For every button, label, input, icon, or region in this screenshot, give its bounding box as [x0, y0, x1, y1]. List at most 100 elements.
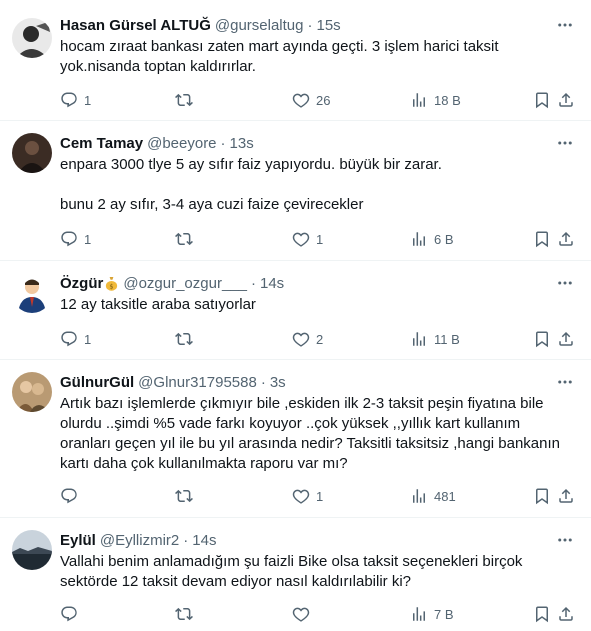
timestamp[interactable]: 15s: [316, 17, 340, 34]
author-name[interactable]: Eylül: [60, 532, 96, 549]
separator-dot: ·: [183, 531, 189, 549]
author-name[interactable]: Hasan Gürsel ALTUĞ: [60, 17, 211, 34]
bookmark-icon: [536, 488, 548, 505]
like-count: 1: [316, 231, 324, 247]
more-icon[interactable]: [555, 530, 575, 550]
share-icon: [559, 231, 573, 246]
tweet-text: Vallahi benim anlamadığım şu faizli Bike…: [60, 553, 527, 590]
reply-icon: [61, 92, 77, 108]
share-icon: [559, 488, 573, 503]
views-button[interactable]: 481: [410, 486, 456, 506]
views-count: 481: [434, 488, 456, 504]
author-handle[interactable]: @beeyore: [147, 135, 216, 152]
tweet-header: Eylül @Eyllizmir2 · 14s: [60, 530, 575, 550]
share-button[interactable]: [557, 229, 575, 249]
tweet[interactable]: Cem Tamay @beeyore · 13s enpara 3000 tly…: [0, 121, 591, 261]
reply-icon: [61, 331, 77, 347]
reply-count: 1: [84, 231, 92, 247]
author-handle[interactable]: @Glnur31795588: [138, 374, 257, 391]
timestamp[interactable]: 14s: [260, 275, 284, 292]
views-button[interactable]: 6 B: [410, 229, 454, 249]
share-button[interactable]: [557, 90, 575, 110]
like-button[interactable]: 26: [292, 90, 330, 110]
like-button[interactable]: 1: [292, 486, 323, 506]
author-handle[interactable]: @ozgur_ozgur___: [123, 275, 247, 292]
bookmark-icon: [536, 231, 548, 248]
more-icon[interactable]: [555, 133, 575, 153]
separator-dot: ·: [260, 373, 266, 391]
author-name[interactable]: GülnurGül: [60, 374, 134, 391]
author-handle[interactable]: @gurselaltug: [215, 17, 304, 34]
like-count: 2: [316, 331, 324, 347]
bookmark-button[interactable]: [533, 90, 551, 110]
views-count: 18 B: [434, 92, 461, 108]
retweet-icon: [175, 93, 193, 107]
share-button[interactable]: [557, 329, 575, 349]
like-button[interactable]: [292, 604, 316, 624]
tweet[interactable]: GülnurGül @Glnur31795588 · 3s Artık bazı…: [0, 360, 591, 518]
more-icon[interactable]: [555, 15, 575, 35]
share-button[interactable]: [557, 486, 575, 506]
retweet-button[interactable]: [175, 90, 199, 110]
retweet-button[interactable]: [175, 329, 199, 349]
tweet-text: enpara 3000 tlye 5 ay sıfır faiz yapıyor…: [60, 156, 442, 213]
bookmark-button[interactable]: [533, 486, 551, 506]
reply-button[interactable]: 1: [60, 90, 91, 110]
reply-button[interactable]: [60, 604, 84, 624]
views-icon: [413, 332, 425, 346]
retweet-button[interactable]: [175, 229, 199, 249]
bookmark-icon: [536, 606, 548, 623]
avatar[interactable]: [12, 18, 52, 58]
author-name[interactable]: Cem Tamay: [60, 135, 143, 152]
more-icon[interactable]: [555, 273, 575, 293]
timestamp[interactable]: 3s: [270, 374, 286, 391]
like-button[interactable]: 2: [292, 329, 323, 349]
author-name[interactable]: Özgür: [60, 275, 103, 292]
like-count: 26: [316, 92, 331, 108]
avatar[interactable]: [12, 372, 52, 412]
reply-icon: [61, 231, 77, 247]
tweet[interactable]: Özgür $ @ozgur_ozgur___ · 14s 12 ay taks…: [0, 261, 591, 360]
tweet-actions: 1 26 18 B: [60, 90, 575, 110]
share-icon: [559, 606, 573, 621]
reply-button[interactable]: [60, 486, 84, 506]
share-button[interactable]: [557, 604, 575, 624]
tweet-text: hocam zıraat bankası zaten mart ayında g…: [60, 38, 503, 75]
avatar[interactable]: [12, 273, 52, 313]
retweet-button[interactable]: [175, 486, 199, 506]
views-count: 6 B: [434, 231, 454, 247]
heart-icon: [292, 93, 310, 108]
share-icon: [559, 92, 573, 107]
bookmark-icon: [536, 331, 548, 348]
views-button[interactable]: 11 B: [410, 329, 460, 349]
tweet[interactable]: Hasan Gürsel ALTUĞ @gurselaltug · 15s ho…: [0, 0, 591, 121]
bookmark-button[interactable]: [533, 604, 551, 624]
views-count: 7 B: [434, 606, 454, 622]
timestamp[interactable]: 13s: [230, 135, 254, 152]
timestamp[interactable]: 14s: [192, 532, 216, 549]
share-icon: [559, 331, 573, 346]
more-icon[interactable]: [555, 372, 575, 392]
reply-button[interactable]: 1: [60, 329, 91, 349]
tweet[interactable]: Eylül @Eyllizmir2 · 14s Vallahi benim an…: [0, 518, 591, 631]
tweet-text: 12 ay taksitle araba satıyorlar: [60, 296, 256, 313]
like-button[interactable]: 1: [292, 229, 323, 249]
money-bag-icon: $: [104, 276, 119, 291]
views-button[interactable]: 7 B: [410, 604, 454, 624]
tweet-actions: 1 1 6 B: [60, 229, 575, 249]
like-count: 1: [316, 488, 324, 504]
reply-icon: [61, 488, 77, 504]
views-icon: [413, 232, 425, 246]
avatar[interactable]: [12, 530, 52, 570]
views-button[interactable]: 18 B: [410, 90, 461, 110]
author-handle[interactable]: @Eyllizmir2: [100, 532, 179, 549]
bookmark-button[interactable]: [533, 229, 551, 249]
reply-count: 1: [84, 331, 92, 347]
timeline-feed: Hasan Gürsel ALTUĞ @gurselaltug · 15s ho…: [0, 0, 591, 631]
retweet-icon: [175, 607, 193, 621]
retweet-button[interactable]: [175, 604, 199, 624]
bookmark-button[interactable]: [533, 329, 551, 349]
avatar[interactable]: [12, 133, 52, 173]
reply-icon: [61, 606, 77, 622]
reply-button[interactable]: 1: [60, 229, 91, 249]
